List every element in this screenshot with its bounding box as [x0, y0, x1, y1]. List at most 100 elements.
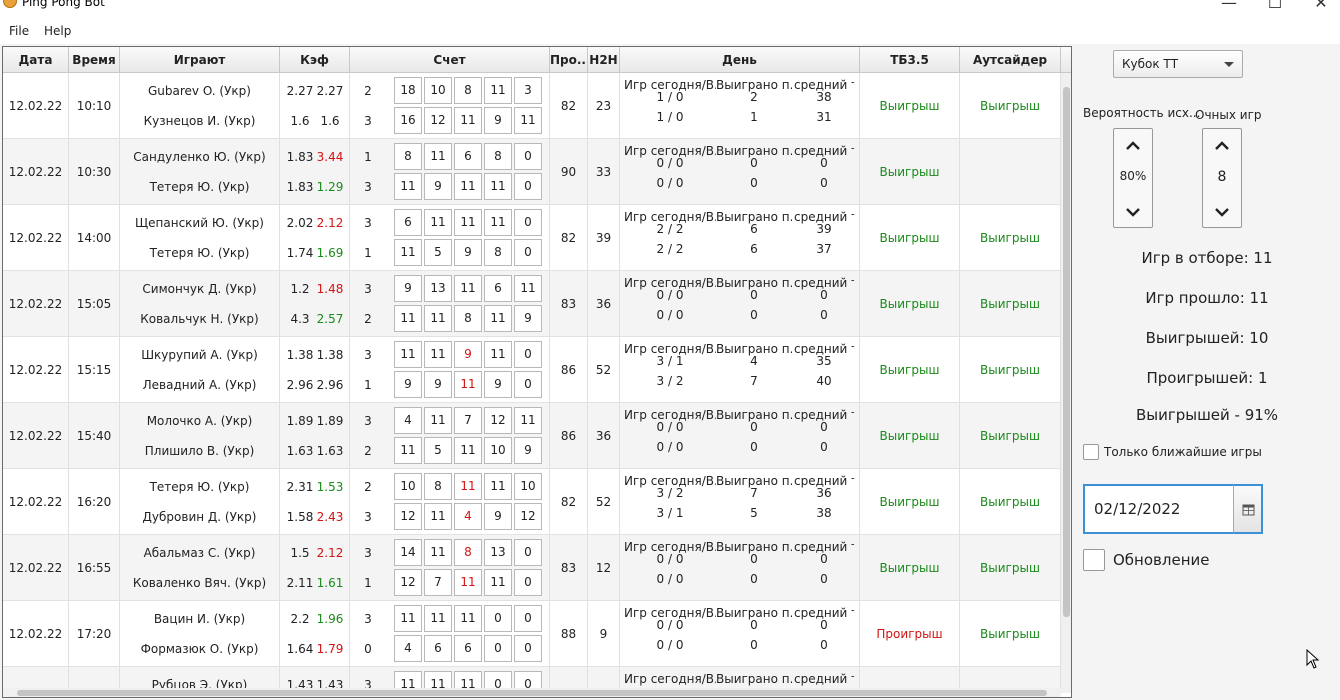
- game-score-box: 11: [454, 173, 482, 200]
- menu-file[interactable]: File: [9, 24, 29, 38]
- stat-games-selected: Игр в отборе: 11: [1141, 249, 1273, 267]
- refresh-checkbox[interactable]: [1083, 549, 1105, 571]
- tb35-result: Выигрыш: [879, 429, 940, 443]
- h2h-cell: 36: [588, 271, 620, 337]
- tb35-result: Выигрыш: [879, 165, 940, 179]
- sets-player-1: 3: [364, 612, 372, 626]
- sets-player-1: 3: [364, 546, 372, 560]
- player-2-name: Ковальчук Н. (Укр): [140, 312, 259, 326]
- tournament-select[interactable]: Кубок ТТ: [1113, 50, 1243, 78]
- horizontal-scroll-thumb[interactable]: [17, 690, 1047, 696]
- game-score-box: 6: [394, 209, 422, 236]
- day-stat-player-1: 0: [750, 156, 758, 170]
- game-score-box: 11: [394, 437, 422, 464]
- vertical-scroll-thumb[interactable]: [1063, 87, 1070, 617]
- day-stat-player-2: 40: [816, 374, 832, 388]
- header-h2h[interactable]: H2H: [588, 47, 620, 73]
- h2h-value: 33: [595, 165, 612, 179]
- outsider-result: Выигрыш: [980, 297, 1040, 311]
- sets-player-2: 3: [364, 180, 372, 194]
- game-score-box: 8: [424, 473, 452, 500]
- close-button[interactable]: ✕: [1298, 0, 1340, 18]
- tb35-result: Проигрыш: [876, 627, 943, 641]
- tb35-cell: Выигрыш: [860, 535, 960, 601]
- table-row[interactable]: 12.02.22 16:55 Абальмаз С. (Укр) Коваленко …: [3, 535, 1061, 601]
- header-players[interactable]: Играют: [120, 47, 280, 73]
- stat-wins: Выигрышей: 10: [1145, 329, 1269, 347]
- header-outsider[interactable]: Аутсайдер: [960, 47, 1061, 73]
- day-stat-player-2: 0: [750, 308, 758, 322]
- game-score-box: 8: [454, 305, 482, 332]
- time-cell: 15:40: [69, 403, 120, 469]
- h2h-value: 9: [599, 627, 608, 641]
- header-tb35[interactable]: ТБ3.5: [860, 47, 960, 73]
- header-coef[interactable]: Кэф: [280, 47, 350, 73]
- header-time[interactable]: Время: [69, 47, 120, 73]
- outsider-cell: Выигрыш: [960, 205, 1061, 271]
- table-row[interactable]: 12.02.22 15:40 Молочко А. (Укр) Плишило В. …: [3, 403, 1061, 469]
- game-score-box: 6: [424, 635, 452, 662]
- game-score-box: 7: [454, 407, 482, 434]
- score-cell: 3 1 6 11 11 5 11 9 11 8 0 0: [350, 205, 550, 271]
- chevron-up-icon[interactable]: [1213, 137, 1231, 155]
- near-games-checkbox[interactable]: [1083, 444, 1099, 460]
- h2h-cell: 23: [588, 73, 620, 139]
- header-date[interactable]: Дата: [3, 47, 69, 73]
- tb35-cell: Выигрыш: [860, 403, 960, 469]
- date-input[interactable]: 02/12/2022: [1083, 484, 1233, 534]
- table-row[interactable]: 12.02.22 10:10 Gubarev O. (Укр) Кузнецов И.…: [3, 73, 1061, 139]
- table-row[interactable]: 12.02.22 14:00 Щепанский Ю. (Укр) Тетеря Ю.…: [3, 205, 1061, 271]
- sets-player-2: 3: [364, 510, 372, 524]
- coef-cell: 1.89 1.89 1.63 1.63: [280, 403, 350, 469]
- header-score[interactable]: Счет: [350, 47, 550, 73]
- coef-1-current: 2.12: [316, 216, 344, 230]
- menu-help[interactable]: Help: [44, 24, 71, 38]
- pro-value: 83: [560, 297, 577, 311]
- game-score-box: 6: [484, 275, 512, 302]
- chevron-up-icon[interactable]: [1124, 137, 1142, 155]
- game-score-box: 12: [394, 569, 422, 596]
- coef-2-open: 1.74: [286, 246, 314, 260]
- header-day[interactable]: День: [620, 47, 860, 73]
- game-score-box: 11: [454, 275, 482, 302]
- h2h-games-spinner[interactable]: 8: [1202, 128, 1242, 228]
- game-score-box: 11: [394, 605, 422, 632]
- chevron-down-icon[interactable]: [1124, 203, 1142, 221]
- chevron-down-icon[interactable]: [1213, 203, 1231, 221]
- table-row[interactable]: 12.02.22 17:20 Вацин И. (Укр) Формазюк О. (…: [3, 601, 1061, 667]
- minimize-button[interactable]: —: [1206, 0, 1252, 18]
- header-pro[interactable]: Про...: [550, 47, 588, 73]
- coef-1-open: 1.5: [290, 546, 310, 560]
- tb35-result: Выигрыш: [879, 495, 940, 509]
- outsider-cell: Выигрыш: [960, 601, 1061, 667]
- game-score-box: 5: [424, 437, 452, 464]
- table-row[interactable]: 12.02.22 16:20 Тетеря Ю. (Укр) Дубровин Д. …: [3, 469, 1061, 535]
- table-row[interactable]: 12.02.22 15:05 Симончук Д. (Укр) Ковальчук …: [3, 271, 1061, 337]
- h2h-value: 23: [595, 99, 612, 113]
- calendar-button[interactable]: [1233, 484, 1263, 534]
- maximize-button[interactable]: ☐: [1252, 0, 1298, 18]
- game-score-box: 0: [484, 635, 512, 662]
- match-time: 15:15: [76, 363, 112, 377]
- h2h-cell: 52: [588, 337, 620, 403]
- horizontal-scrollbar[interactable]: [3, 688, 1061, 697]
- probability-spinner[interactable]: 80%: [1113, 128, 1153, 228]
- game-score-box: 11: [424, 605, 452, 632]
- outsider-cell: Выигрыш: [960, 271, 1061, 337]
- match-date: 12.02.22: [8, 363, 63, 377]
- coef-1-current: 1.48: [316, 282, 344, 296]
- game-score-box: 4: [394, 635, 422, 662]
- game-score-box: 9: [514, 305, 542, 332]
- vertical-scrollbar[interactable]: [1061, 73, 1071, 693]
- pro-cell: 82: [550, 205, 588, 271]
- game-score-box: 11: [424, 209, 452, 236]
- game-score-box: 11: [454, 209, 482, 236]
- game-score-box: 11: [424, 539, 452, 566]
- day-stat-player-2: 0: [820, 572, 828, 586]
- game-score-box: 8: [394, 143, 422, 170]
- pro-cell: 83: [550, 271, 588, 337]
- day-stat-player-2: 3 / 1: [656, 506, 684, 520]
- table-row[interactable]: 12.02.22 10:30 Сандуленко Ю. (Укр) Тетеря Ю…: [3, 139, 1061, 205]
- table-row[interactable]: 12.02.22 15:15 Шкурупий А. (Укр) Левадний А…: [3, 337, 1061, 403]
- h2h-value: 36: [595, 297, 612, 311]
